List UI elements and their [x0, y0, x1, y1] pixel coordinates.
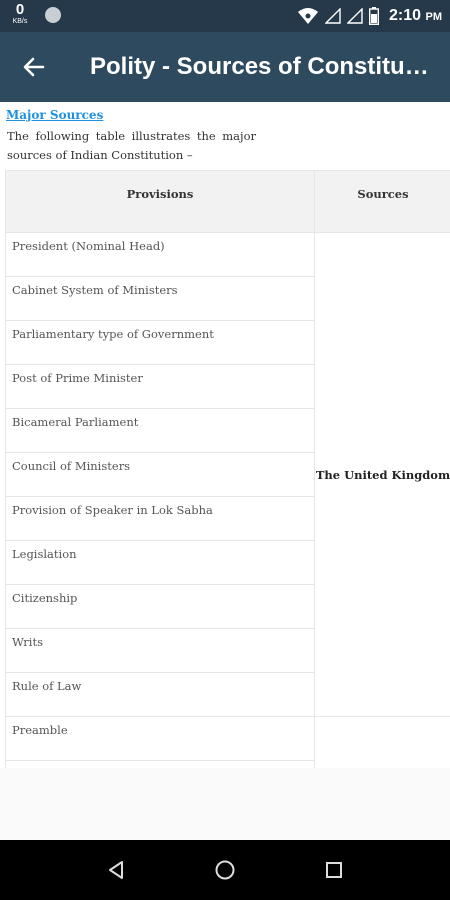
provision-cell: Parliamentary type of Government — [5, 320, 315, 365]
sources-table: Provisions Sources President (Nominal He… — [5, 170, 450, 768]
back-button[interactable] — [16, 49, 52, 85]
network-speed-value: 0 — [15, 1, 25, 18]
clock: 2:10 PM — [389, 7, 442, 25]
network-speed: 0 KB/s — [8, 2, 32, 25]
provision-cell — [5, 760, 315, 768]
provision-cell: Council of Ministers — [5, 452, 315, 497]
notification-dot-icon — [45, 7, 61, 23]
provision-cell: Preamble — [5, 716, 315, 761]
source-cell-united-kingdom: The United Kingdom — [314, 232, 450, 717]
battery-icon — [369, 7, 380, 25]
signal-icon — [347, 8, 363, 24]
intro-paragraph: The following table illustrates the majo… — [7, 129, 256, 162]
status-bar: 0 KB/s 2:10 PM — [0, 0, 450, 32]
page-title: Polity - Sources of Constitution — [90, 53, 430, 80]
provision-cell: Cabinet System of Ministers — [5, 276, 315, 321]
table-header-row: Provisions Sources — [5, 170, 450, 233]
provision-cell: Citizenship — [5, 584, 315, 629]
nav-recents-icon — [325, 862, 342, 878]
wifi-icon — [297, 7, 319, 25]
provision-cell: Bicameral Parliament — [5, 408, 315, 453]
major-sources-link[interactable]: Major Sources — [6, 108, 103, 122]
table-row: Preamble — [5, 716, 450, 768]
sources-header: Sources — [314, 170, 450, 233]
network-speed-unit: KB/s — [12, 18, 28, 25]
provision-cell: President (Nominal Head) — [5, 232, 315, 277]
provision-cell: Writs — [5, 628, 315, 673]
clock-time: 2:10 — [389, 7, 422, 24]
provision-cell: Rule of Law — [5, 672, 315, 717]
provision-cell: Provision of Speaker in Lok Sabha — [5, 496, 315, 541]
nav-back-icon — [109, 861, 124, 879]
back-arrow-icon — [23, 57, 45, 77]
nav-home-button[interactable] — [205, 850, 245, 890]
provision-cell: Legislation — [5, 540, 315, 585]
signal-icon — [325, 8, 341, 24]
provision-cell: Post of Prime Minister — [5, 364, 315, 409]
source-cell-empty — [314, 716, 450, 768]
article-content[interactable]: Major Sources The following table illust… — [0, 102, 450, 768]
app-bar: Polity - Sources of Constitution — [0, 32, 450, 102]
status-icons: 2:10 PM — [297, 0, 442, 32]
clock-ampm: PM — [425, 11, 443, 23]
provisions-header: Provisions — [5, 170, 315, 233]
nav-back-button[interactable] — [96, 850, 136, 890]
table-row: President (Nominal Head) The United King… — [5, 232, 450, 717]
nav-home-icon — [215, 860, 235, 880]
system-nav-bar — [0, 840, 450, 900]
nav-recents-button[interactable] — [314, 850, 354, 890]
